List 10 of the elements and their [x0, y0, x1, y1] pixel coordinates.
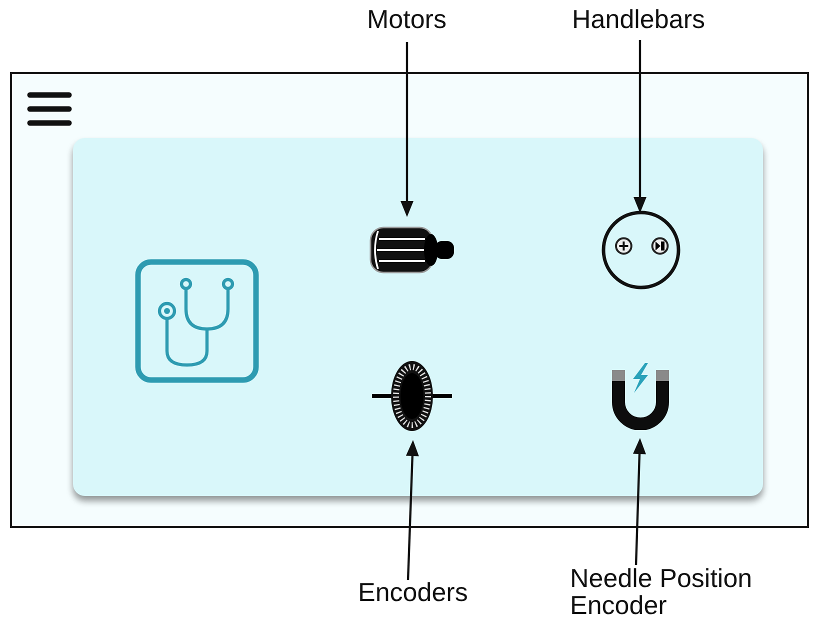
callout-label: Needle Position Encoder	[570, 565, 754, 619]
magnet-icon	[612, 362, 669, 430]
callout-label: Motors	[367, 6, 446, 33]
menu-icon[interactable]	[27, 92, 72, 126]
stethoscope-icon[interactable]	[135, 259, 259, 383]
callout-label: Handlebars	[572, 6, 705, 33]
motor-icon	[368, 226, 454, 274]
button-pad-icon	[600, 210, 680, 290]
callout-label: Encoders	[358, 579, 468, 606]
encoder-disc-icon	[372, 360, 452, 432]
